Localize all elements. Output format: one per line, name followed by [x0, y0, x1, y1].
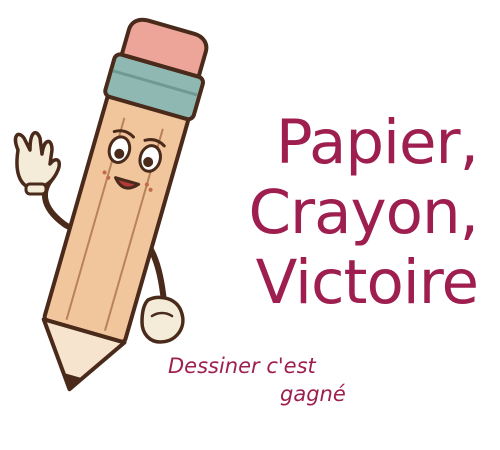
- logo: Papier, Crayon, Victoire Dessiner c'est …: [0, 0, 500, 450]
- brand-title: Papier, Crayon, Victoire: [178, 107, 479, 318]
- brand-title-line-2: Crayon,: [248, 177, 479, 248]
- brand-tagline-line-1: Dessiner c'est: [168, 354, 316, 378]
- brand-title-line-3: Victoire: [255, 247, 479, 318]
- brand-tagline-line-2: gagné: [280, 382, 346, 406]
- brand-title-line-1: Papier,: [275, 107, 479, 178]
- brand-tagline: Dessiner c'est gagné: [160, 352, 375, 408]
